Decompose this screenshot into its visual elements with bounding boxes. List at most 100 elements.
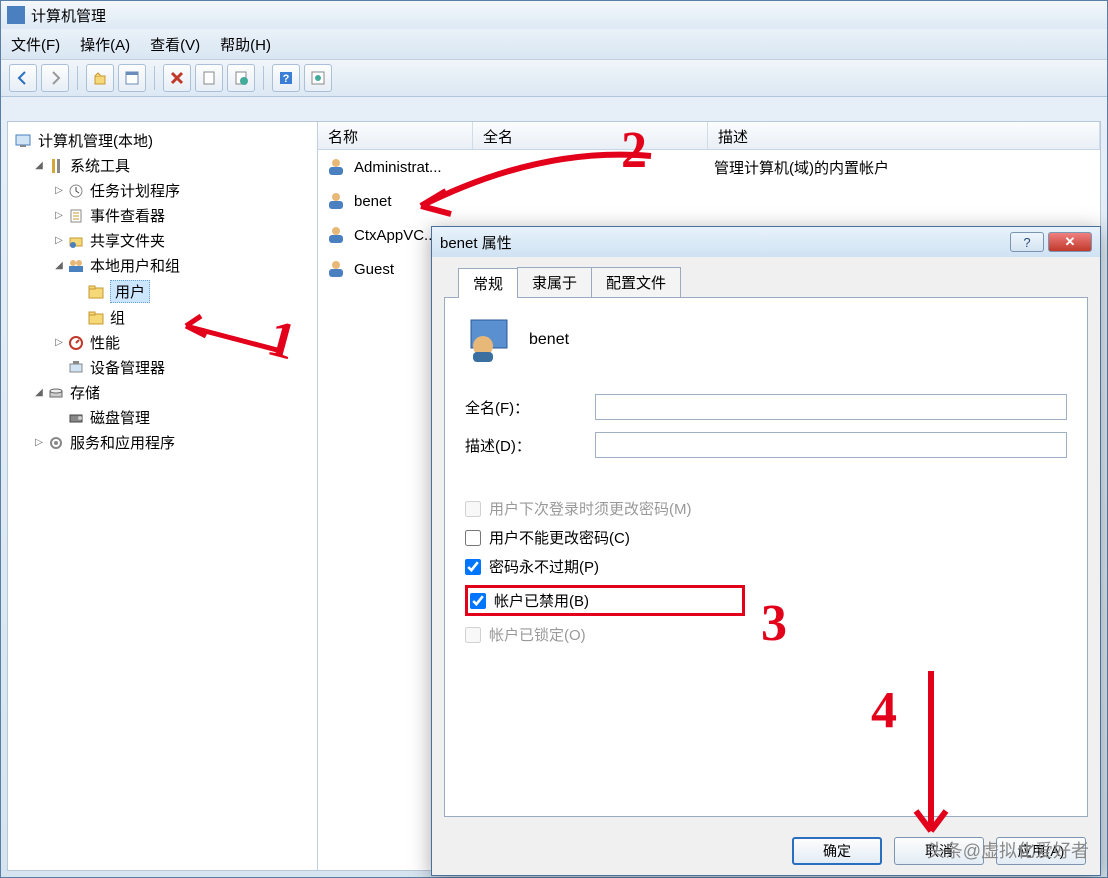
expander-icon[interactable]: ▷ <box>52 210 66 221</box>
tab-profile[interactable]: 配置文件 <box>591 267 681 297</box>
separator <box>263 66 264 90</box>
menu-help[interactable]: 帮助(H) <box>220 34 271 55</box>
tab-general[interactable]: 常规 <box>458 268 518 298</box>
menubar: 文件(F) 操作(A) 查看(V) 帮助(H) <box>1 29 1107 59</box>
expander-icon[interactable]: ◢ <box>32 160 46 171</box>
tabstrip: 常规 隶属于 配置文件 <box>432 257 1100 297</box>
description-label: 描述(D)： <box>465 435 595 456</box>
computer-icon <box>14 132 34 150</box>
user-icon <box>465 316 513 364</box>
tree-disk-management[interactable]: 磁盘管理 <box>12 405 313 430</box>
col-fullname[interactable]: 全名 <box>473 122 708 149</box>
cannot-change-row[interactable]: 用户不能更改密码(C) <box>465 527 1067 548</box>
properties-button[interactable] <box>118 64 146 92</box>
forward-button[interactable] <box>41 64 69 92</box>
menu-view[interactable]: 查看(V) <box>150 34 200 55</box>
user-header: benet <box>465 316 1067 364</box>
must-change-checkbox <box>465 501 481 517</box>
folder-icon <box>86 309 106 327</box>
properties-dialog: benet 属性 ? ✕ 常规 隶属于 配置文件 benet 全名(F)： <box>431 226 1101 876</box>
device-icon <box>66 359 86 377</box>
dialog-title: benet 属性 <box>440 232 512 253</box>
tree-device-manager[interactable]: 设备管理器 <box>12 355 313 380</box>
fullname-row: 全名(F)： <box>465 394 1067 420</box>
services-icon <box>46 434 66 452</box>
tree-task-scheduler[interactable]: ▷ 任务计划程序 <box>12 178 313 203</box>
svg-text:?: ? <box>283 73 290 85</box>
separator <box>154 66 155 90</box>
user-icon <box>324 257 348 281</box>
list-item[interactable]: benet <box>318 184 1100 218</box>
separator <box>77 66 78 90</box>
locked-row: 帐户已锁定(O) <box>465 624 1067 645</box>
help-button[interactable]: ? <box>272 64 300 92</box>
menu-file[interactable]: 文件(F) <box>11 34 60 55</box>
expander-icon[interactable]: ▷ <box>52 337 66 348</box>
close-button[interactable]: ✕ <box>1048 232 1092 252</box>
clock-icon <box>66 182 86 200</box>
description-input[interactable] <box>595 432 1067 458</box>
user-icon <box>324 223 348 247</box>
main-window: 计算机管理 文件(F) 操作(A) 查看(V) 帮助(H) ? 计算机管理(本地… <box>0 0 1108 878</box>
menu-action[interactable]: 操作(A) <box>80 34 130 55</box>
tree-services[interactable]: ▷ 服务和应用程序 <box>12 430 313 455</box>
refresh-button[interactable] <box>227 64 255 92</box>
folder-icon <box>86 283 106 301</box>
app-icon <box>7 6 25 24</box>
dialog-titlebar[interactable]: benet 属性 ? ✕ <box>432 227 1100 257</box>
ok-button[interactable]: 确定 <box>792 837 882 865</box>
titlebar: 计算机管理 <box>1 1 1107 29</box>
tree-users[interactable]: 用户 <box>12 278 313 305</box>
window-title: 计算机管理 <box>31 5 106 26</box>
watermark: 头条@虚拟化爱好者 <box>927 837 1089 863</box>
expander-icon[interactable]: ◢ <box>52 260 66 271</box>
account-disabled-row[interactable]: 帐户已禁用(B) <box>465 585 745 616</box>
tree-performance[interactable]: ▷ 性能 <box>12 330 313 355</box>
col-description[interactable]: 描述 <box>708 122 1100 149</box>
never-expire-row[interactable]: 密码永不过期(P) <box>465 556 1067 577</box>
tree-root[interactable]: 计算机管理(本地) <box>12 128 313 153</box>
description-row: 描述(D)： <box>465 432 1067 458</box>
expander-icon[interactable]: ▷ <box>52 235 66 246</box>
col-name[interactable]: 名称 <box>318 122 473 149</box>
dialog-body: 常规 隶属于 配置文件 benet 全名(F)： 描述(D)： <box>432 257 1100 875</box>
user-icon <box>324 189 348 213</box>
tree-event-viewer[interactable]: ▷ 事件查看器 <box>12 203 313 228</box>
up-button[interactable] <box>86 64 114 92</box>
event-icon <box>66 207 86 225</box>
list-header: 名称 全名 描述 <box>318 122 1100 150</box>
performance-icon <box>66 334 86 352</box>
disk-icon <box>66 409 86 427</box>
action-button[interactable] <box>304 64 332 92</box>
tab-panel-general: benet 全名(F)： 描述(D)： 用户下次登录时须更改密码(M) <box>444 297 1088 817</box>
help-button[interactable]: ? <box>1010 232 1044 252</box>
tree-system-tools[interactable]: ◢ 系统工具 <box>12 153 313 178</box>
tab-member-of[interactable]: 隶属于 <box>517 267 592 297</box>
tree-storage[interactable]: ◢ 存储 <box>12 380 313 405</box>
fullname-input[interactable] <box>595 394 1067 420</box>
fullname-label: 全名(F)： <box>465 397 595 418</box>
cannot-change-checkbox[interactable] <box>465 530 481 546</box>
locked-checkbox <box>465 627 481 643</box>
shared-folder-icon <box>66 232 86 250</box>
expander-icon[interactable]: ▷ <box>32 437 46 448</box>
tree-groups[interactable]: 组 <box>12 305 313 330</box>
users-group-icon <box>66 257 86 275</box>
list-item[interactable]: Administrat... 管理计算机(域)的内置帐户 <box>318 150 1100 184</box>
tree-pane[interactable]: 计算机管理(本地) ◢ 系统工具 ▷ 任务计划程序 ▷ 事件查看器 ▷ 共享文件… <box>8 122 318 870</box>
storage-icon <box>46 384 66 402</box>
expander-icon[interactable]: ◢ <box>32 387 46 398</box>
tools-icon <box>46 157 66 175</box>
toolbar: ? <box>1 59 1107 97</box>
expander-icon[interactable]: ▷ <box>52 185 66 196</box>
never-expire-checkbox[interactable] <box>465 559 481 575</box>
must-change-row: 用户下次登录时须更改密码(M) <box>465 498 1067 519</box>
delete-button[interactable] <box>163 64 191 92</box>
tree-shared-folders[interactable]: ▷ 共享文件夹 <box>12 228 313 253</box>
back-button[interactable] <box>9 64 37 92</box>
account-disabled-checkbox[interactable] <box>470 593 486 609</box>
export-button[interactable] <box>195 64 223 92</box>
tree-local-users[interactable]: ◢ 本地用户和组 <box>12 253 313 278</box>
user-icon <box>324 155 348 179</box>
username-text: benet <box>529 331 569 349</box>
